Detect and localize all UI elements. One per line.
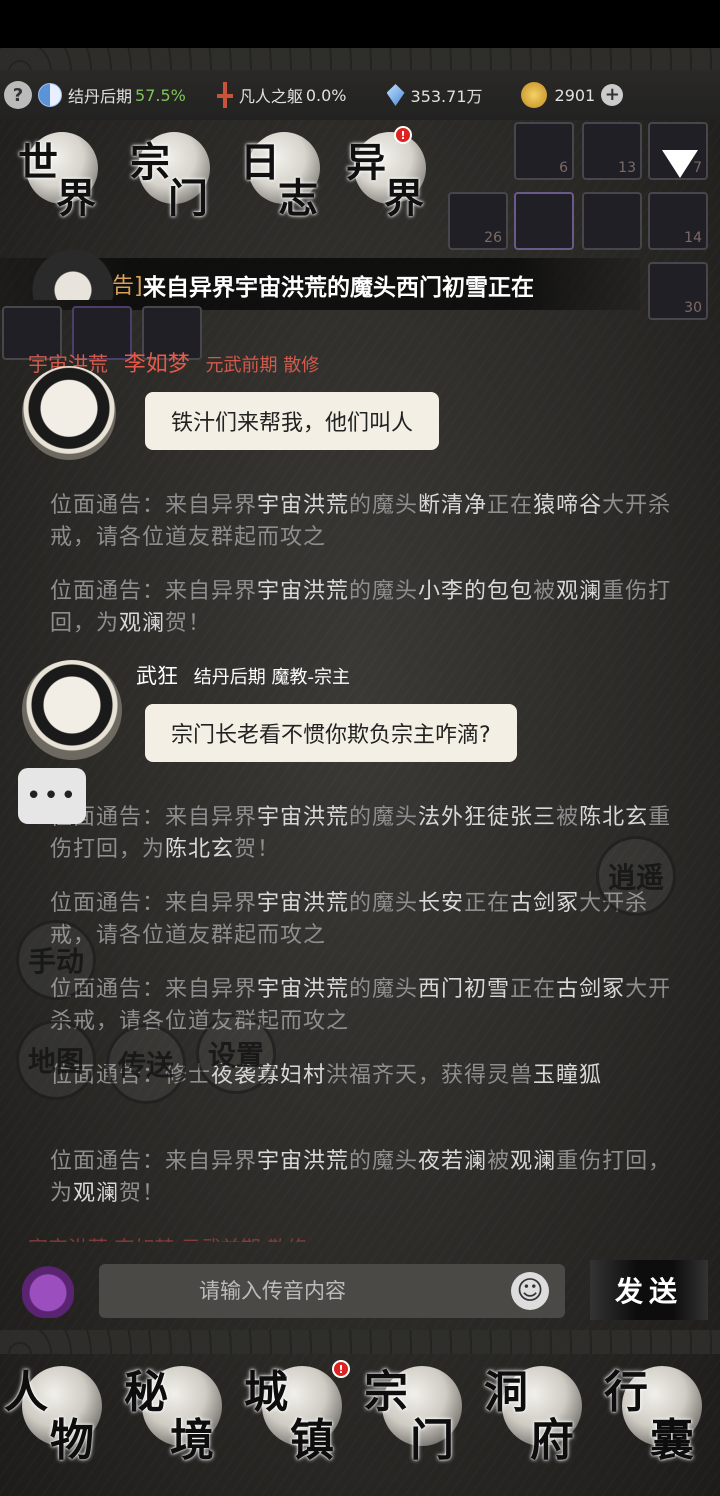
item-slot[interactable]: 6 (514, 122, 574, 180)
nav-town[interactable]: 城 镇 ! (240, 1354, 360, 1474)
tab-sect[interactable]: 宗 门 (122, 122, 222, 222)
sender-rank: 元武前期 散修 (205, 355, 320, 376)
nav-sect[interactable]: 宗 门 (360, 1354, 480, 1474)
item-slot[interactable]: 14 (648, 192, 708, 250)
settings-button[interactable]: 设置 (196, 1014, 276, 1094)
system-notice: 位面通告：来自异界宇宙洪荒的魔头法外狂徒张三被陈北玄重伤打回，为陈北玄贺！ (50, 805, 672, 862)
crystal-icon (386, 84, 405, 106)
status-bar (0, 0, 720, 48)
system-notice: 位面通告：来自异界宇宙洪荒的魔头夜若澜被观澜重伤打回，为观澜贺！ (50, 1149, 672, 1206)
sender-name[interactable]: 李如梦 (124, 352, 190, 377)
chat-area[interactable]: 宇宙洪荒 李如梦 元武前期 散修 铁汁们来帮我，他们叫人 位面通告：来自异界宇宙… (0, 340, 720, 1240)
realm-label: 结丹后期 (68, 87, 133, 106)
marquee-avatar (30, 250, 116, 300)
more-options-button[interactable]: ••• (18, 768, 86, 824)
tab-world[interactable]: 世 界 (10, 122, 110, 222)
item-slot[interactable] (514, 192, 574, 250)
spirit-stone-group[interactable]: 353.71万 (386, 70, 483, 120)
avatar[interactable] (22, 366, 116, 460)
announcement-marquee: 告] 来自异界宇宙洪荒的魔头西门初雪正在 (0, 250, 640, 310)
body-progress: 0.0% (305, 85, 347, 105)
auto-button[interactable]: 手动 (16, 920, 96, 1000)
chat-bubble: 宗门长老看不惯你欺负宗主咋滴? (145, 704, 517, 762)
nav-character[interactable]: 人 物 (0, 1354, 120, 1474)
cloud-decoration-top (0, 48, 720, 72)
body-label: 凡人之躯 (238, 87, 303, 106)
nav-cave[interactable]: 洞 府 (480, 1354, 600, 1474)
resource-bar: ? 结丹后期 57.5% 凡人之躯 0.0% 353.71万 2901 + (0, 70, 720, 120)
free-roam-button[interactable]: 逍遥 (596, 836, 676, 916)
avatar[interactable] (22, 660, 122, 760)
chat-channel-icon[interactable] (22, 1262, 74, 1318)
send-button[interactable]: 发送 (590, 1260, 708, 1320)
item-slot[interactable] (582, 192, 642, 250)
chat-input[interactable] (99, 1264, 499, 1318)
system-notice: 位面通告：来自异界宇宙洪荒的魔头长安正在古剑冢大开杀戒，请各位道友群起而攻之 (50, 891, 649, 948)
coin-icon (520, 82, 547, 108)
gold-count: 2901 (554, 85, 596, 105)
nav-bag[interactable]: 行 囊 (600, 1354, 720, 1474)
partial-chat-line: 宇宙洪荒 李如梦 元武前期 散修 (28, 1232, 307, 1242)
system-notice: 位面通告：来自异界宇宙洪荒的魔头断清净正在猿啼谷大开杀戒，请各位道友群起而攻之 (50, 493, 672, 550)
chat-bubble: 铁汁们来帮我，他们叫人 (145, 392, 440, 450)
sender-name[interactable]: 武狂 (136, 664, 178, 688)
nav-secret-realm[interactable]: 秘 境 (120, 1354, 240, 1474)
sender-rank: 结丹后期 魔教-宗主 (193, 667, 350, 688)
yinyang-icon (38, 83, 62, 107)
expand-dropdown-icon[interactable] (662, 150, 698, 178)
teleport-button[interactable]: 传送 (106, 1024, 186, 1104)
marquee-text: 来自异界宇宙洪荒的魔头西门初雪正在 (143, 275, 534, 301)
system-notice: 位面通告：来自异界宇宙洪荒的魔头小李的包包被观澜重伤打回，为观澜贺！ (50, 579, 672, 636)
item-slot[interactable]: 30 (648, 262, 708, 320)
realm-progress: 57.5% (135, 85, 186, 105)
chat-sender-line: 武狂 结丹后期 魔教-宗主 (136, 660, 350, 690)
marquee-prefix: 告] (112, 274, 143, 299)
cloud-decoration-bottom (0, 1330, 720, 1354)
gold-group[interactable]: 2901 + (520, 70, 624, 120)
emoji-icon[interactable]: ☺ (511, 1272, 549, 1310)
map-button[interactable]: 地图 (16, 1020, 96, 1100)
spirit-stone-count: 353.71万 (410, 87, 483, 106)
tab-log[interactable]: 日 志 (232, 122, 332, 222)
notification-badge: ! (332, 1360, 350, 1378)
help-icon[interactable]: ? (4, 81, 32, 109)
body-group[interactable]: 凡人之躯 0.0% (216, 70, 347, 120)
item-slot[interactable]: 13 (582, 122, 642, 180)
bottom-nav: 人 物 秘 境 城 镇 ! 宗 门 洞 府 行 囊 (0, 1354, 720, 1474)
tab-other-world[interactable]: 异 界 ! (338, 122, 438, 222)
add-gold-icon[interactable]: + (601, 84, 624, 106)
item-slot[interactable]: 26 (448, 192, 508, 250)
notification-badge: ! (394, 126, 412, 144)
sword-icon (216, 82, 234, 108)
chat-input-box[interactable]: ☺ (99, 1264, 565, 1318)
help-group[interactable]: ? 结丹后期 57.5% (0, 70, 186, 120)
